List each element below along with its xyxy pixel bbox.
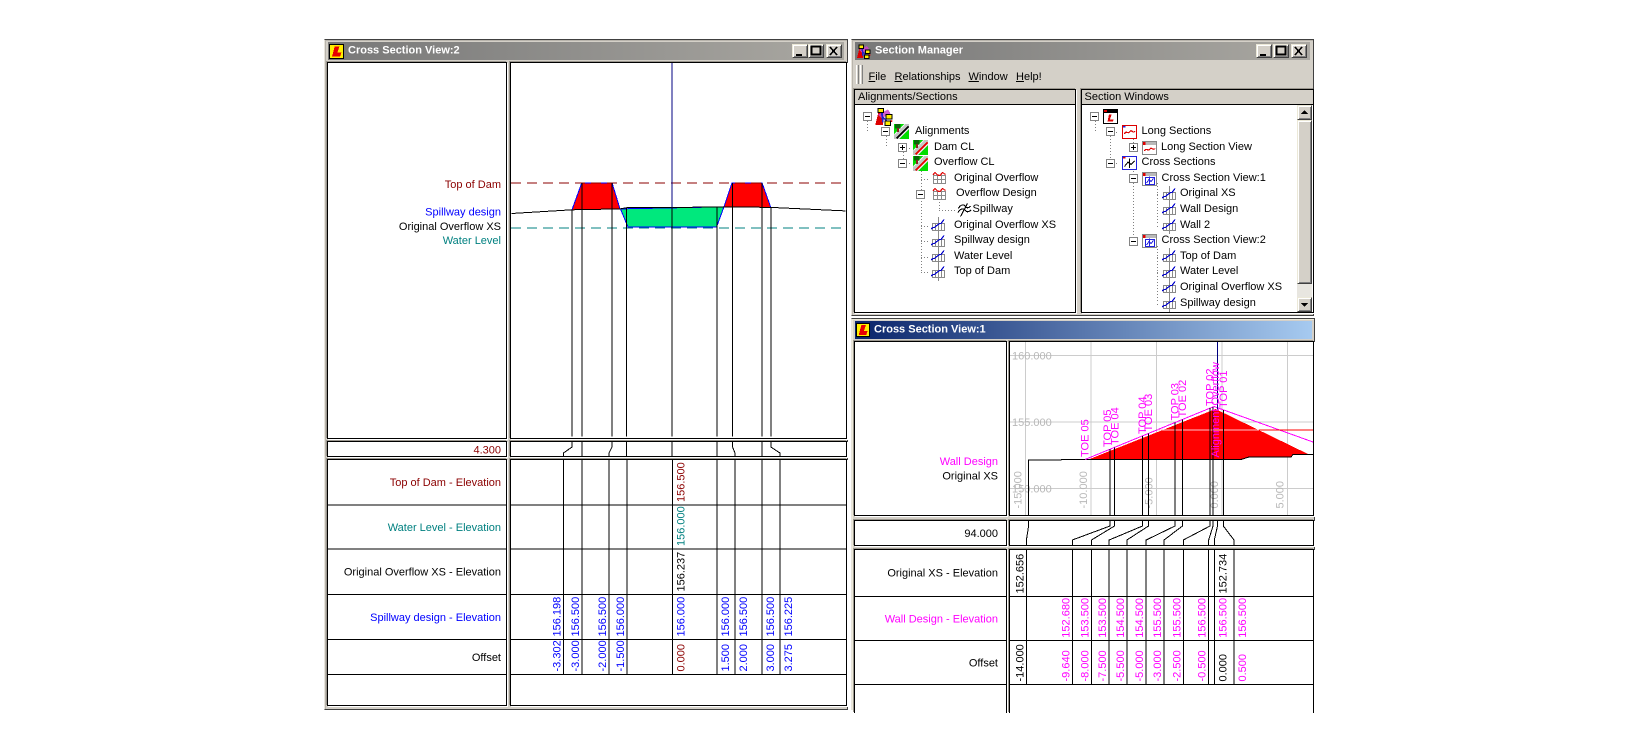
svg-text:156.500: 156.500	[570, 597, 582, 637]
svg-text:Top of Dam - Elevation: Top of Dam - Elevation	[390, 477, 501, 489]
svg-text:0.500: 0.500	[1237, 653, 1249, 681]
svg-text:Offset: Offset	[472, 652, 501, 664]
svg-text:0.000: 0.000	[1217, 653, 1229, 681]
svg-text:156.500: 156.500	[765, 597, 777, 637]
svg-text:Top of Dam: Top of Dam	[445, 179, 501, 191]
svg-text:156.000: 156.000	[676, 506, 688, 546]
svg-text:-9.640: -9.640	[1060, 650, 1072, 681]
svg-text:-14.000: -14.000	[1014, 644, 1026, 681]
svg-text:3.000: 3.000	[765, 644, 777, 672]
svg-text:156.000: 156.000	[720, 597, 732, 637]
svg-text:Original Overflow XS - Elevati: Original Overflow XS - Elevation	[344, 567, 501, 579]
svg-text:-10.000: -10.000	[1078, 471, 1090, 508]
svg-text:-15.000: -15.000	[1013, 471, 1025, 508]
svg-text:156.500: 156.500	[738, 597, 750, 637]
svg-text:Wall Design: Wall Design	[940, 456, 998, 468]
svg-text:156.500: 156.500	[597, 597, 609, 637]
svg-text:156.198: 156.198	[552, 597, 564, 637]
svg-text:155.500: 155.500	[1152, 597, 1164, 637]
svg-text:156.000: 156.000	[615, 597, 627, 637]
svg-text:155.000: 155.000	[1012, 417, 1052, 429]
svg-text:156.000: 156.000	[676, 597, 688, 637]
svg-text:-2.000: -2.000	[597, 640, 609, 671]
svg-text:156.500: 156.500	[1237, 597, 1249, 637]
svg-text:0.000: 0.000	[1209, 481, 1221, 509]
svg-text:154.500: 154.500	[1115, 597, 1127, 637]
svg-text:-2.500: -2.500	[1171, 650, 1183, 681]
svg-text:-8.000: -8.000	[1080, 650, 1092, 681]
svg-text:154.500: 154.500	[1134, 597, 1146, 637]
svg-text:0.000: 0.000	[676, 644, 688, 672]
svg-text:Original XS: Original XS	[942, 471, 998, 483]
svg-text:153.500: 153.500	[1080, 597, 1092, 637]
svg-text:160.000: 160.000	[1012, 351, 1052, 363]
svg-text:-3.000: -3.000	[1152, 650, 1164, 681]
svg-text:-7.500: -7.500	[1097, 650, 1109, 681]
svg-text:156.500: 156.500	[1217, 597, 1229, 637]
svg-text:Original XS - Elevation: Original XS - Elevation	[887, 567, 998, 579]
svg-text:2.000: 2.000	[738, 644, 750, 672]
svg-text:-5.000: -5.000	[1134, 650, 1146, 681]
svg-text:-5.500: -5.500	[1115, 650, 1127, 681]
svg-text:-1.500: -1.500	[615, 640, 627, 671]
svg-text:153.500: 153.500	[1097, 597, 1109, 637]
svg-text:Spillway design - Elevation: Spillway design - Elevation	[370, 612, 501, 624]
svg-text:Wall Design - Elevation: Wall Design - Elevation	[885, 613, 998, 625]
svg-text:152.680: 152.680	[1060, 597, 1072, 637]
svg-text:152.656: 152.656	[1014, 553, 1026, 593]
svg-text:1.500: 1.500	[720, 644, 732, 672]
svg-text:Original Overflow XS: Original Overflow XS	[399, 221, 501, 233]
svg-text:Water Level: Water Level	[443, 235, 501, 247]
svg-text:Water Level - Elevation: Water Level - Elevation	[388, 522, 501, 534]
svg-text:-3.302: -3.302	[552, 640, 564, 671]
svg-text:3.275: 3.275	[783, 644, 795, 672]
svg-text:156.500: 156.500	[676, 462, 688, 502]
svg-text:152.734: 152.734	[1217, 553, 1229, 593]
svg-text:156.237: 156.237	[676, 552, 688, 592]
svg-text:4.300: 4.300	[473, 445, 501, 457]
svg-text:155.500: 155.500	[1171, 597, 1183, 637]
svg-text:-0.500: -0.500	[1197, 650, 1209, 681]
svg-text:TOE 02: TOE 02	[1177, 380, 1189, 418]
svg-text:94.000: 94.000	[964, 528, 998, 540]
svg-text:-3.000: -3.000	[570, 640, 582, 671]
svg-text:5.000: 5.000	[1275, 481, 1287, 509]
svg-text:Alignment Overflow: Alignment Overflow	[1210, 362, 1222, 457]
svg-text:TOE 03: TOE 03	[1143, 394, 1155, 432]
svg-text:-5.000: -5.000	[1144, 477, 1156, 508]
svg-text:156.225: 156.225	[783, 597, 795, 637]
svg-text:156.500: 156.500	[1197, 597, 1209, 637]
svg-text:TOE 04: TOE 04	[1110, 407, 1122, 445]
svg-text:TOE 05: TOE 05	[1080, 419, 1092, 457]
svg-text:Offset: Offset	[969, 657, 998, 669]
svg-text:Spillway design: Spillway design	[425, 207, 501, 219]
